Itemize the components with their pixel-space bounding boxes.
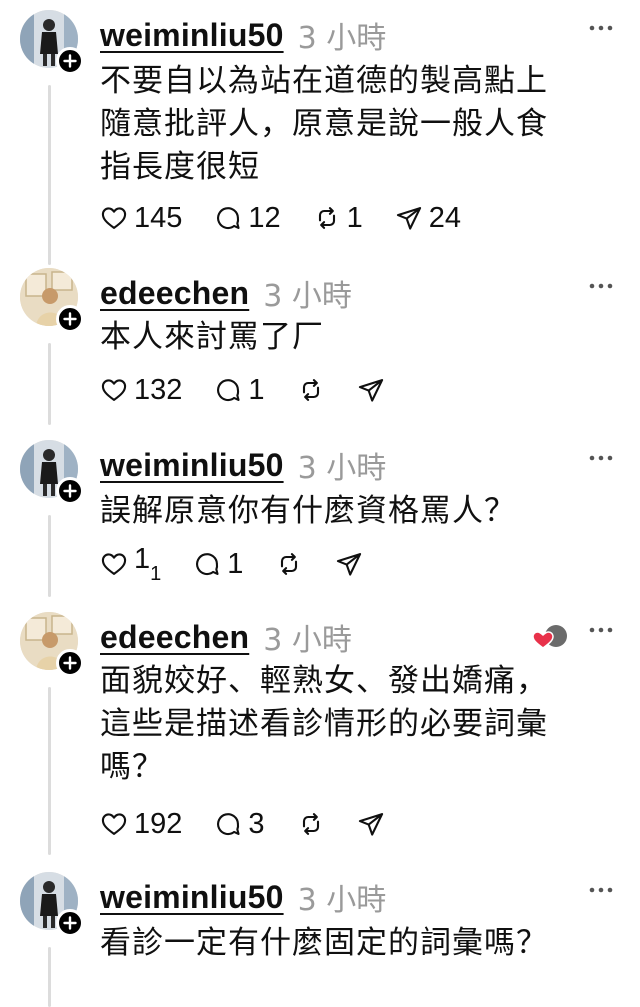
reply-count: 1 [248, 373, 265, 406]
reply-count: 12 [248, 201, 281, 234]
share-button[interactable] [335, 550, 363, 578]
like-button[interactable]: 132 [100, 374, 182, 407]
comment-text: 不要自以為站在道德的製高點上 隨意批評人，原意是說一般人食 指長度很短 [100, 63, 548, 185]
repost-icon [313, 204, 341, 232]
more-options-icon[interactable] [588, 23, 614, 33]
like-count: 192 [134, 807, 183, 840]
follow-plus-icon[interactable] [56, 649, 84, 677]
thread-line [48, 343, 51, 425]
like-count: 145 [134, 201, 183, 234]
more-options-icon[interactable] [588, 281, 614, 291]
username[interactable]: weiminliu50 [100, 447, 284, 484]
reply-button[interactable]: 12 [214, 201, 281, 235]
thread-line [48, 687, 51, 855]
reply-icon [214, 376, 242, 404]
comment-text: 看診一定有什麼固定的詞彙嗎？ [100, 925, 548, 961]
reply-icon [193, 550, 221, 578]
share-icon [357, 810, 385, 838]
repost-button[interactable] [297, 810, 325, 838]
follow-plus-icon[interactable] [56, 909, 84, 937]
username[interactable]: edeechen [100, 275, 249, 312]
thread-line [48, 947, 51, 1007]
repost-count: 1 [346, 201, 363, 234]
action-bar: 11 1 [100, 543, 395, 585]
like-button[interactable]: 192 [100, 808, 182, 841]
timestamp: 3 小時 [263, 623, 352, 658]
repost-icon [297, 376, 325, 404]
more-options-icon[interactable] [588, 453, 614, 463]
heart-icon [100, 204, 128, 232]
share-button[interactable]: 24 [395, 202, 461, 235]
repost-button[interactable] [275, 550, 303, 578]
thread-line [48, 85, 51, 265]
timestamp: 3 小時 [297, 21, 387, 56]
thread-line [48, 515, 51, 597]
timestamp: 3 小時 [297, 883, 387, 918]
timestamp: 3 小時 [263, 279, 352, 314]
more-options-icon[interactable] [588, 885, 614, 895]
like-count: 132 [134, 373, 183, 406]
comment-text: 本人來討罵了厂 [100, 319, 324, 355]
comment-text: 誤解原意你有什麼資格罵人？ [100, 493, 516, 529]
reply-icon [214, 810, 242, 838]
share-icon [335, 550, 363, 578]
follow-plus-icon[interactable] [56, 305, 84, 333]
reply-count: 1 [227, 547, 244, 580]
username[interactable]: weiminliu50 [100, 879, 284, 916]
like-count: 11 [134, 542, 162, 585]
action-bar: 145 12 1 24 [100, 200, 493, 236]
repost-button[interactable]: 1 [313, 202, 363, 235]
share-count: 24 [428, 201, 462, 234]
share-button[interactable] [357, 810, 385, 838]
action-bar: 192 3 [100, 806, 417, 842]
action-bar: 132 1 [100, 372, 417, 408]
username[interactable]: edeechen [100, 619, 249, 656]
share-icon [395, 204, 423, 232]
heart-icon [100, 376, 128, 404]
author-liked-icon [532, 625, 567, 649]
reply-button[interactable]: 3 [214, 807, 265, 841]
repost-button[interactable] [297, 376, 325, 404]
like-button[interactable]: 11 [100, 543, 161, 586]
follow-plus-icon[interactable] [56, 477, 84, 505]
username[interactable]: weiminliu50 [100, 17, 284, 54]
repost-icon [297, 810, 325, 838]
like-button[interactable]: 145 [100, 202, 182, 235]
share-icon [357, 376, 385, 404]
timestamp: 3 小時 [297, 451, 387, 486]
reply-icon [214, 204, 242, 232]
reply-button[interactable]: 1 [214, 373, 265, 407]
heart-icon [100, 810, 128, 838]
comment-text: 面貌姣好、輕熟女、發出嬌痛， 這些是描述看診情形的必要詞彙 嗎？ [100, 663, 548, 785]
more-options-icon[interactable] [588, 625, 614, 635]
reply-button[interactable]: 1 [193, 548, 243, 581]
share-button[interactable] [357, 376, 385, 404]
heart-icon [100, 550, 128, 578]
repost-icon [275, 550, 303, 578]
follow-plus-icon[interactable] [56, 47, 84, 75]
reply-count: 3 [248, 807, 265, 840]
